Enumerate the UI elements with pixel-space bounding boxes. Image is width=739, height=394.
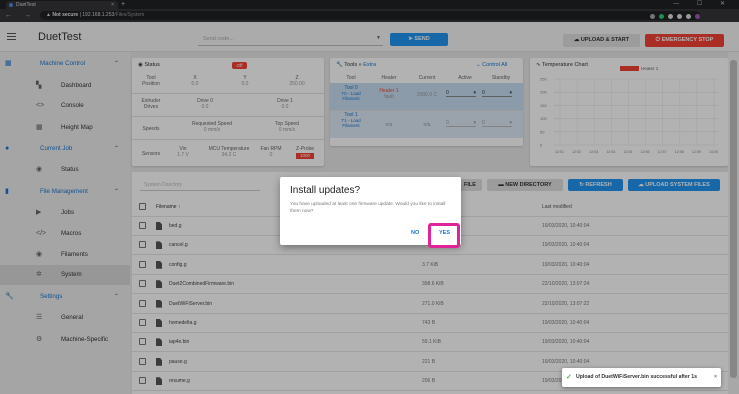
dialog-title: Install updates? [290, 185, 361, 196]
toast-message: Upload of DuetWiFiServer.bin successful … [576, 374, 698, 380]
upload-success-toast: ✓ Upload of DuetWiFiServer.bin successfu… [562, 368, 721, 387]
toast-close-icon[interactable]: × [714, 368, 717, 387]
checkmark-icon: ✓ [566, 374, 572, 381]
dialog-yes-button[interactable]: YES [439, 230, 450, 236]
dialog-message: You have uploaded at least one firmware … [290, 202, 446, 214]
dialog-no-button[interactable]: NO [411, 230, 419, 236]
